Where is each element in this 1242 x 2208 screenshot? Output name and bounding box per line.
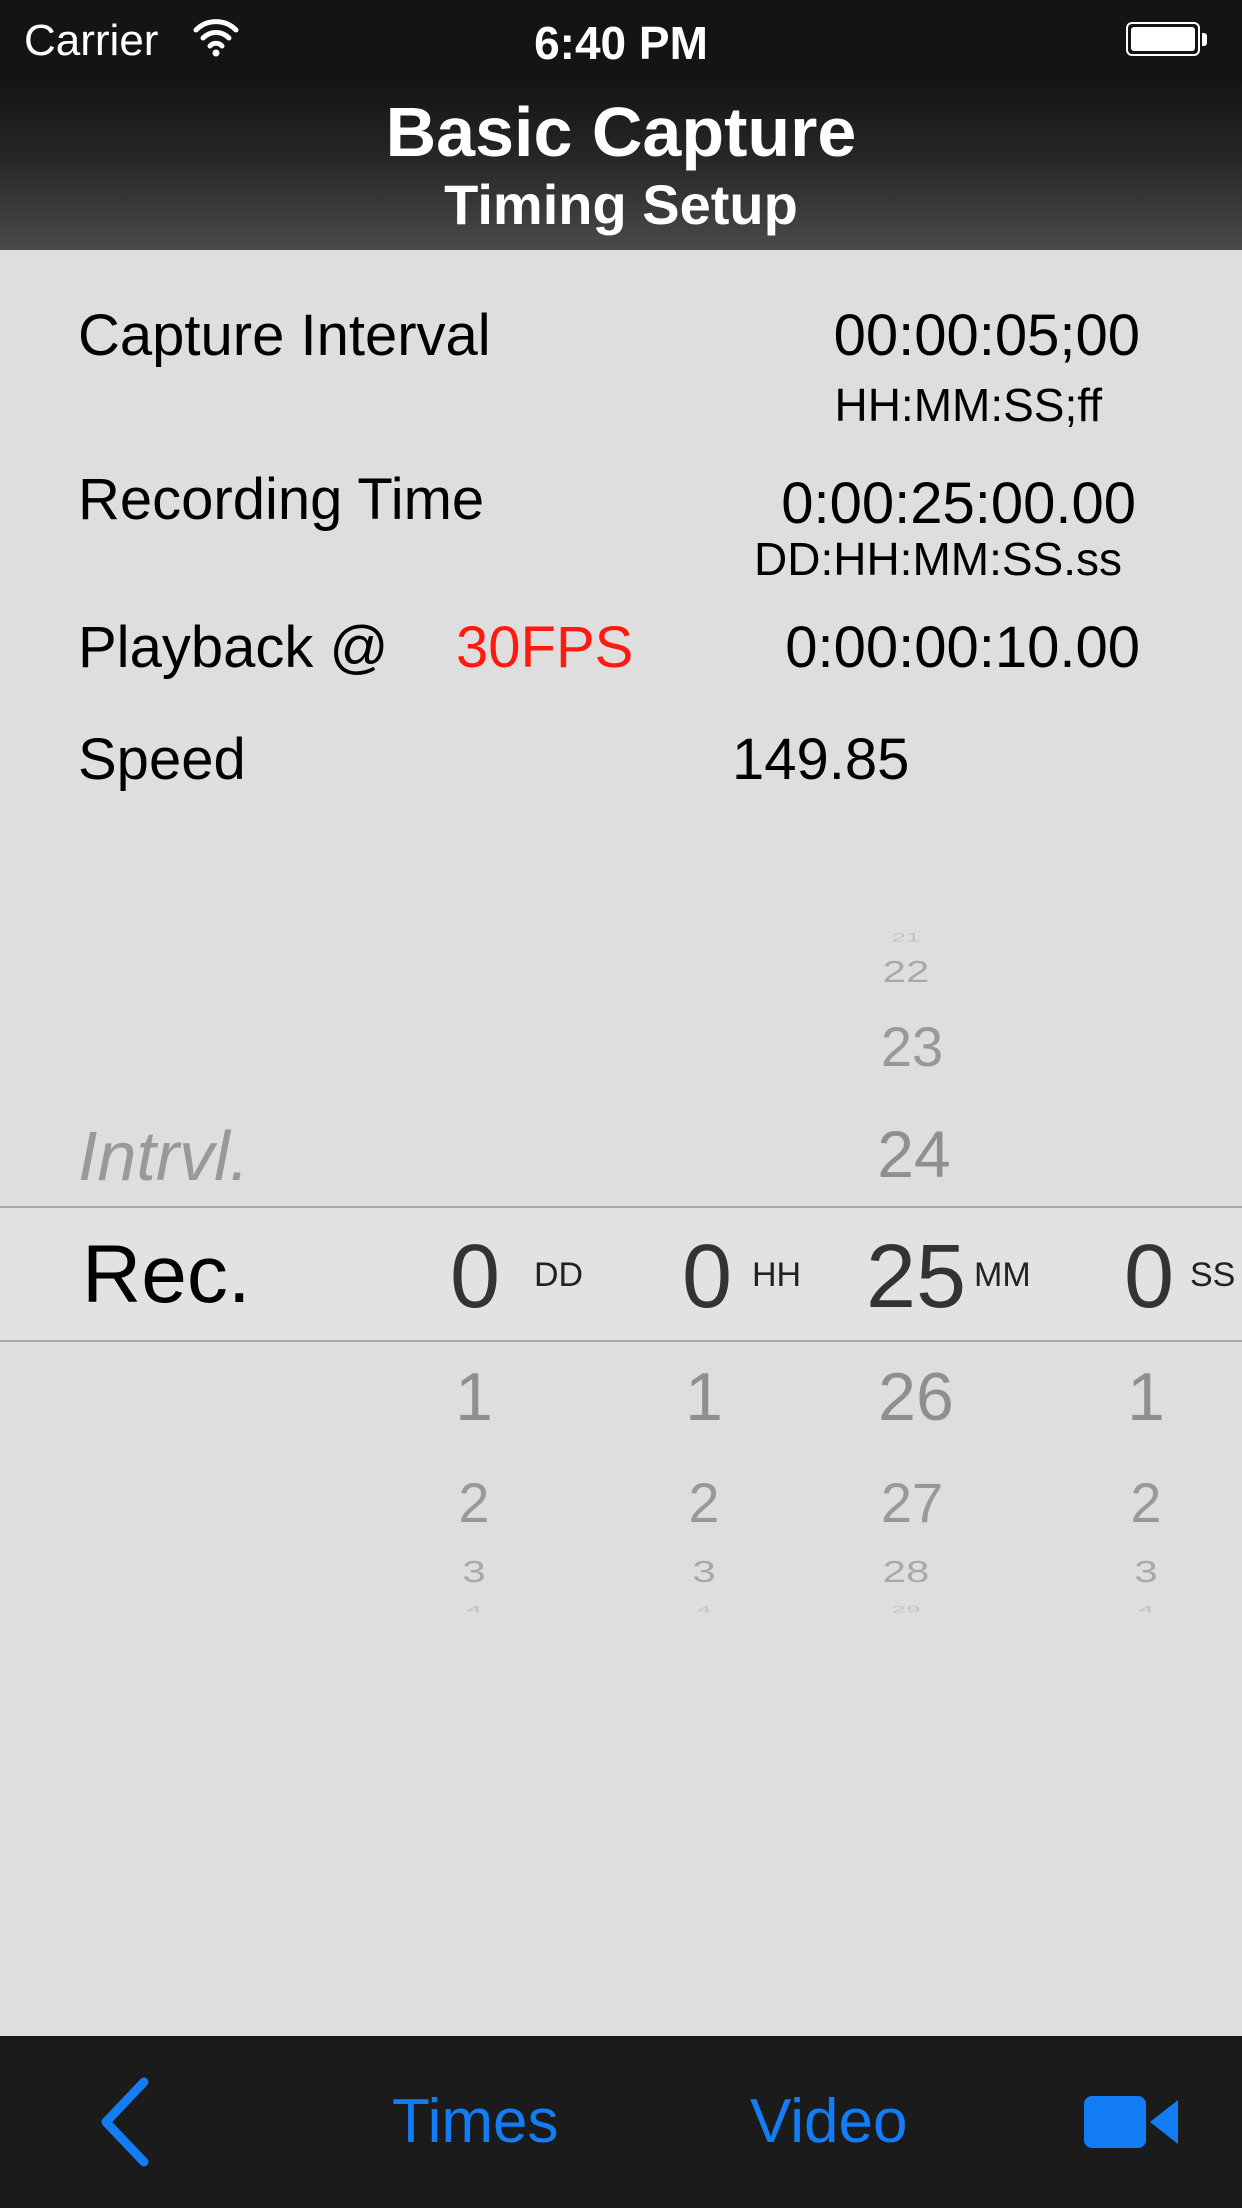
recording-time-label: Recording Time xyxy=(78,467,485,532)
picker-second-option[interactable]: 3 xyxy=(1106,1555,1186,1590)
playback-label: Playback @ xyxy=(78,615,389,680)
capture-interval-format: HH:MM:SS;ff xyxy=(834,379,1102,431)
picker-minutes-value[interactable]: 25 xyxy=(866,1226,966,1329)
page-title: Basic Capture xyxy=(385,93,857,171)
picker-hour-option[interactable]: 3 xyxy=(664,1555,744,1590)
nav-bar: Basic Capture Timing Setup xyxy=(0,80,1242,250)
picker-day-option[interactable]: 1 xyxy=(434,1358,514,1436)
picker-seconds-unit: SS xyxy=(1190,1256,1236,1294)
picker-hour-option[interactable]: 2 xyxy=(664,1470,744,1535)
picker-day-option[interactable]: 2 xyxy=(434,1470,514,1535)
video-button[interactable]: Video xyxy=(750,2086,907,2157)
picker-days-unit: DD xyxy=(534,1256,584,1294)
picker-minute-option[interactable]: 28 xyxy=(856,1555,956,1590)
picker-row-intrvl[interactable]: Intrvl. xyxy=(78,1116,249,1196)
battery-icon xyxy=(1126,22,1210,60)
picker-top-line xyxy=(0,1206,1242,1208)
page-subtitle: Timing Setup xyxy=(444,173,798,236)
capture-interval-value[interactable]: 00:00:05;00 xyxy=(834,302,1140,369)
back-chevron-icon[interactable] xyxy=(94,2076,154,2168)
picker-second-option[interactable]: 2 xyxy=(1106,1470,1186,1535)
picker-days-value[interactable]: 0 xyxy=(450,1226,500,1329)
recording-time-value[interactable]: 0:00:25:00.00 xyxy=(781,470,1136,537)
picker-row-rec[interactable]: Rec. xyxy=(82,1228,251,1322)
picker-seconds-value[interactable]: 0 xyxy=(1124,1226,1174,1329)
picker-day-option[interactable]: 3 xyxy=(434,1555,514,1590)
times-button[interactable]: Times xyxy=(392,2086,558,2157)
status-time: 6:40 PM xyxy=(534,17,708,69)
status-bar: Carrier 6:40 PM xyxy=(0,0,1242,80)
picker-minute-option[interactable]: 23 xyxy=(856,1014,968,1079)
picker-hour-option[interactable]: 4 xyxy=(664,1604,744,1615)
picker-minute-option[interactable]: 22 xyxy=(856,955,956,990)
picker-hours-unit: HH xyxy=(752,1256,802,1294)
picker-minute-option[interactable]: 21 xyxy=(856,931,956,945)
picker-second-option[interactable]: 1 xyxy=(1106,1358,1186,1436)
picker-day-option[interactable]: 4 xyxy=(434,1604,514,1615)
recording-time-format: DD:HH:MM:SS.ss xyxy=(754,533,1122,585)
picker-minutes-unit: MM xyxy=(974,1256,1031,1294)
playback-value: 0:00:00:10.00 xyxy=(785,615,1140,680)
picker-minute-option[interactable]: 24 xyxy=(856,1116,972,1192)
video-camera-icon[interactable] xyxy=(1082,2092,1182,2152)
bottom-toolbar: Times Video xyxy=(0,2036,1242,2208)
picker-hours-value[interactable]: 0 xyxy=(682,1226,732,1329)
speed-value: 149.85 xyxy=(732,727,910,792)
picker-minute-option[interactable]: 27 xyxy=(856,1470,968,1535)
speed-label: Speed xyxy=(78,727,246,792)
capture-interval-label: Capture Interval xyxy=(78,303,491,368)
playback-fps[interactable]: 30FPS xyxy=(456,614,633,681)
picker-hour-option[interactable]: 1 xyxy=(664,1358,744,1436)
picker-bottom-line xyxy=(0,1340,1242,1342)
picker-minute-option[interactable]: 26 xyxy=(856,1358,976,1436)
picker-minute-option[interactable]: 29 xyxy=(856,1604,956,1615)
picker-second-option[interactable]: 4 xyxy=(1106,1604,1186,1615)
